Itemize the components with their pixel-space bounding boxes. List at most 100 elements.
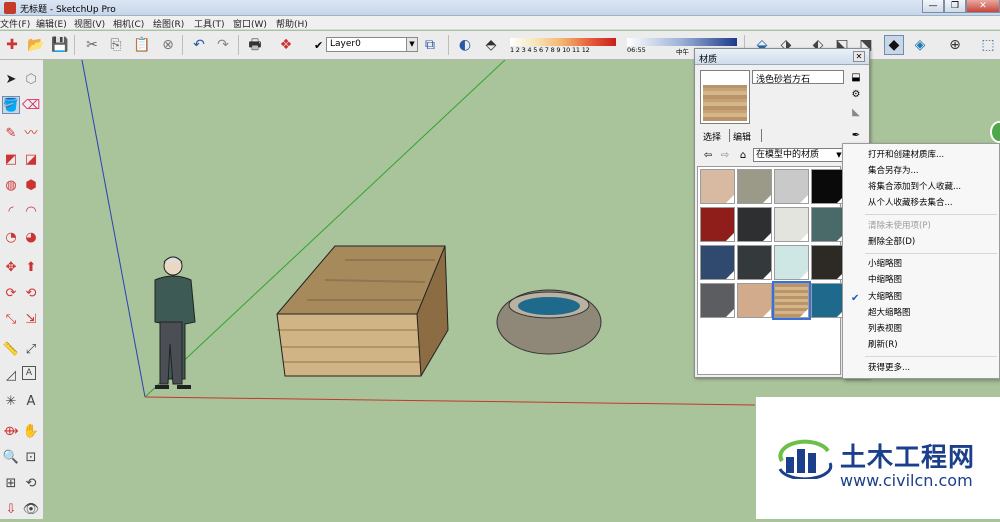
home-icon[interactable]: ⌂	[736, 148, 750, 162]
copy-icon[interactable]: ⎘	[106, 35, 126, 55]
menu-item-medium-thumbnails[interactable]: 中缩略图	[843, 273, 999, 288]
text-tool-icon[interactable]: A	[22, 366, 36, 380]
material-swatch[interactable]	[811, 207, 846, 242]
material-swatch[interactable]	[737, 245, 772, 280]
menu-item-purge-unused[interactable]: 清除未使用项(P)	[843, 219, 999, 234]
position-camera-icon[interactable]: ⇩	[2, 500, 20, 518]
zoom-icon[interactable]: 🔍	[2, 448, 20, 466]
stone-box[interactable]	[276, 245, 449, 377]
scale-icon[interactable]: ⤡	[2, 310, 20, 328]
eraser-icon[interactable]: ⌫	[22, 96, 40, 114]
print-icon[interactable]: 🖶	[245, 35, 265, 55]
open-folder-icon[interactable]: 📂	[26, 35, 46, 55]
three-point-arc-icon[interactable]: ◔	[2, 228, 20, 246]
zoom-extents-icon[interactable]: ⊞	[2, 474, 20, 492]
look-around-icon[interactable]: 👁	[22, 500, 40, 518]
menu-item-add-favorites[interactable]: 将集合添加到个人收藏...	[843, 180, 999, 195]
pie-icon[interactable]: ◕	[22, 228, 40, 246]
menu-tools[interactable]: 工具(T)	[194, 17, 225, 30]
protractor-icon[interactable]: ◿	[2, 366, 20, 384]
material-swatch[interactable]	[737, 283, 772, 318]
menu-item-open-library[interactable]: 打开和创建材质库...	[843, 148, 999, 163]
back-arrow-icon[interactable]: ⇦	[701, 148, 715, 162]
material-swatch[interactable]	[700, 207, 735, 242]
material-swatch[interactable]	[737, 207, 772, 242]
two-point-arc-icon[interactable]: ◠	[22, 202, 40, 220]
material-swatch[interactable]	[700, 283, 735, 318]
paste-icon[interactable]: 📋	[132, 35, 152, 55]
material-swatch[interactable]	[774, 245, 809, 280]
forward-arrow-icon[interactable]: ⇨	[718, 148, 732, 162]
material-name-field[interactable]: 浅色砂岩方石	[752, 70, 844, 85]
sample-paint-icon[interactable]: ◣	[849, 105, 863, 119]
scale-figure[interactable]	[154, 256, 196, 389]
menu-item-delete-all[interactable]: 删除全部(D)	[843, 235, 999, 250]
menu-item-large-thumbnails[interactable]: 大缩略图	[843, 290, 999, 305]
paint-bucket-icon[interactable]: 🪣	[2, 96, 20, 114]
menu-help[interactable]: 帮助(H)	[276, 17, 308, 30]
menu-item-get-more[interactable]: 获得更多...	[843, 361, 999, 376]
pan-hand-icon[interactable]: ✋	[22, 422, 40, 440]
layer-manager-icon[interactable]: ⧉	[420, 35, 440, 55]
menu-item-extra-large-thumbnails[interactable]: 超大缩略图	[843, 306, 999, 321]
freehand-icon[interactable]: 〰	[22, 124, 40, 142]
menu-item-remove-favorites[interactable]: 从个人收藏移去集合...	[843, 196, 999, 211]
default-material-icon[interactable]: ⚙	[849, 87, 863, 101]
maximize-button[interactable]: ❐	[944, 0, 966, 13]
follow-me-icon[interactable]: ⟲	[22, 284, 40, 302]
menu-window[interactable]: 窗口(W)	[233, 17, 267, 30]
material-swatch[interactable]	[737, 169, 772, 204]
axes-icon[interactable]: ✳	[2, 392, 20, 410]
close-window-button[interactable]: ✕	[966, 0, 1000, 13]
material-swatch[interactable]	[811, 169, 846, 204]
rotated-rectangle-icon[interactable]: ◪	[22, 150, 40, 168]
zoom-window-icon[interactable]: ⊡	[22, 448, 40, 466]
line-pencil-icon[interactable]: ✎	[2, 124, 20, 142]
menu-view[interactable]: 视图(V)	[74, 17, 105, 30]
menu-item-small-thumbnails[interactable]: 小缩略图	[843, 257, 999, 272]
tab-select[interactable]: 选择	[703, 130, 721, 143]
material-swatch[interactable]	[700, 245, 735, 280]
material-swatch[interactable]	[774, 169, 809, 204]
monochrome-icon[interactable]: ◈	[910, 35, 930, 55]
menu-item-list-view[interactable]: 列表视图	[843, 322, 999, 337]
polygon-icon[interactable]: ⬢	[22, 176, 40, 194]
shaded-textures-icon[interactable]: ◆	[884, 35, 904, 55]
material-swatch[interactable]	[774, 207, 809, 242]
menu-draw[interactable]: 绘图(R)	[153, 17, 184, 30]
material-swatch[interactable]	[811, 245, 846, 280]
materials-close-button[interactable]: ✕	[853, 51, 865, 62]
menu-edit[interactable]: 编辑(E)	[36, 17, 67, 30]
move-icon[interactable]: ✥	[2, 258, 20, 276]
make-component-icon[interactable]: ⬡	[22, 70, 40, 88]
new-file-icon[interactable]: ✚	[2, 35, 22, 55]
rotate-icon[interactable]: ⟳	[2, 284, 20, 302]
section-plane-icon[interactable]: ⬚	[978, 35, 998, 55]
model-info-icon[interactable]: ❖	[276, 35, 296, 55]
collection-dropdown[interactable]: 在模型中的材质	[753, 148, 843, 162]
3d-text-icon[interactable]: A	[22, 392, 40, 410]
material-swatch[interactable]	[772, 281, 811, 320]
cut-icon[interactable]: ✂	[82, 35, 102, 55]
tab-edit[interactable]: 编辑	[733, 130, 751, 143]
crosshair-icon[interactable]: ⊕	[945, 35, 965, 55]
save-icon[interactable]: 💾	[50, 35, 70, 55]
material-swatch[interactable]	[700, 169, 735, 204]
minimize-button[interactable]: —	[922, 0, 944, 13]
circle-icon[interactable]: ◍	[2, 176, 20, 194]
menu-item-refresh[interactable]: 刷新(R)	[843, 338, 999, 353]
push-pull-icon[interactable]: ⬆	[22, 258, 40, 276]
undo-icon[interactable]: ↶	[189, 35, 209, 55]
eyedropper-icon[interactable]: ✒	[849, 128, 863, 142]
arc-icon[interactable]: ◜	[2, 202, 20, 220]
menu-item-save-collection[interactable]: 集合另存为...	[843, 164, 999, 179]
previous-view-icon[interactable]: ⟲	[22, 474, 40, 492]
dimension-icon[interactable]: ⤢	[22, 340, 40, 358]
menu-file[interactable]: 文件(F)	[0, 17, 30, 30]
select-arrow-icon[interactable]: ➤	[2, 70, 20, 88]
stone-bowl[interactable]	[496, 289, 602, 355]
chevron-down-icon[interactable]: ▼	[406, 38, 417, 51]
offset-icon[interactable]: ⇲	[22, 310, 40, 328]
orbit-icon[interactable]: ⟴	[2, 422, 20, 440]
create-material-icon[interactable]: ⬓	[849, 70, 863, 84]
